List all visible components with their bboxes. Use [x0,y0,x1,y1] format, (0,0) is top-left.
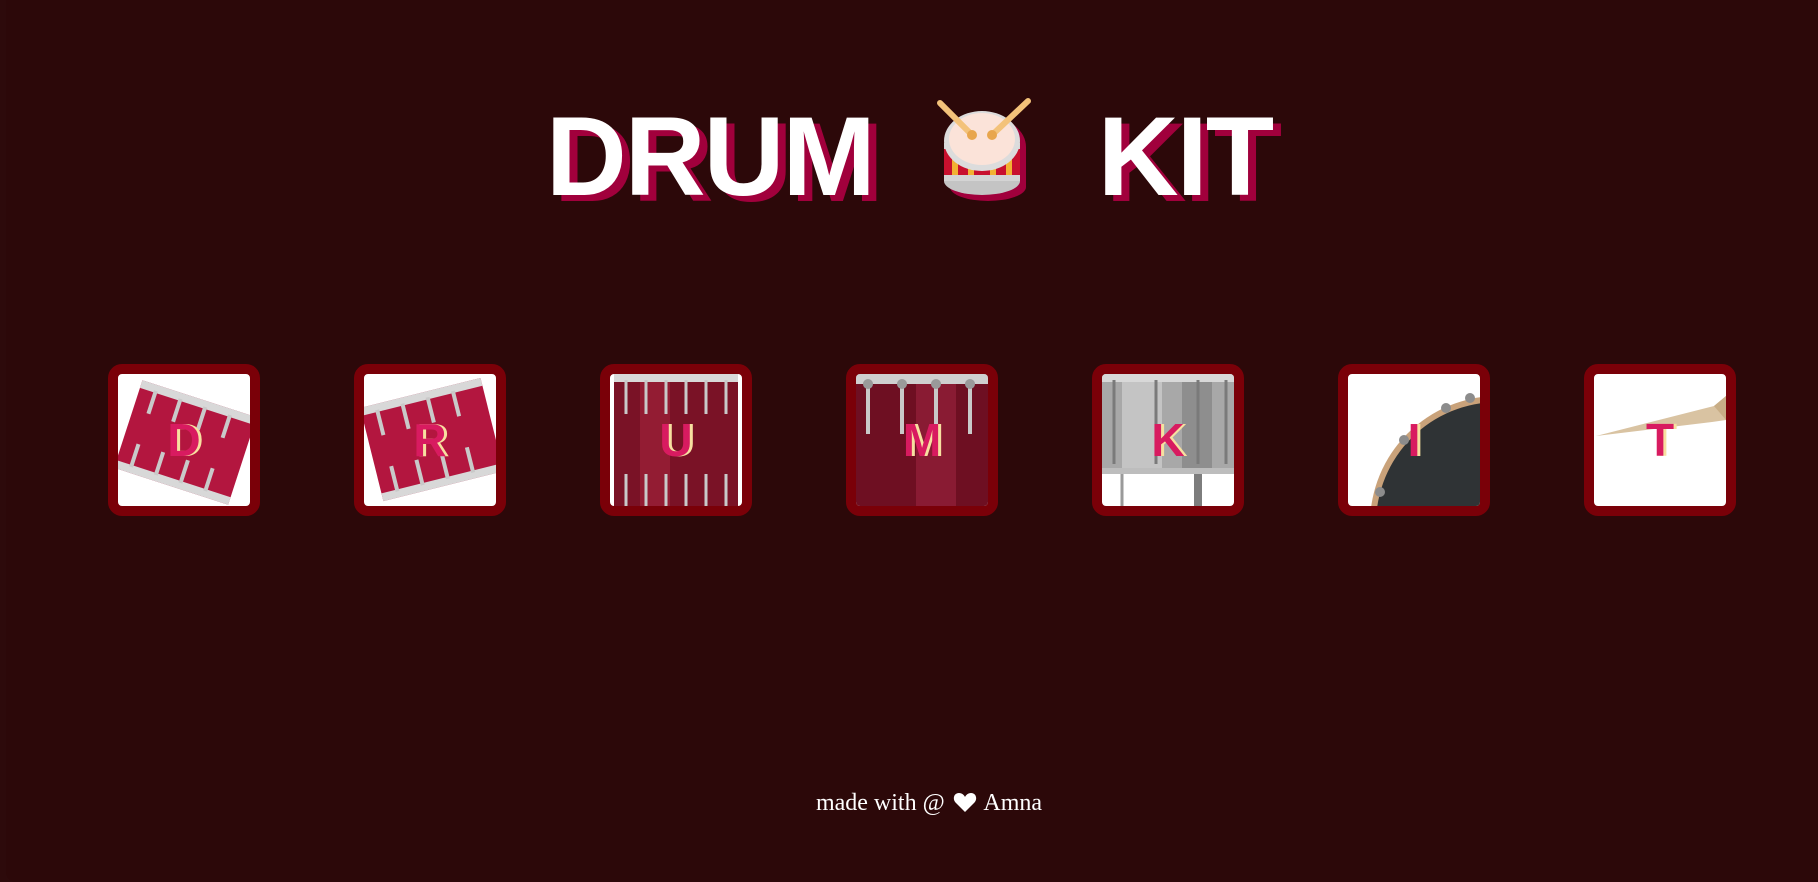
title-word-drum: DRUM [545,94,876,220]
drum-pad-row: D R U M K I T [0,364,1818,516]
drum-pad-d[interactable]: D [108,364,260,516]
footer-prefix: made with @ [815,790,945,816]
pad-letter-d: D [167,414,201,466]
heart-icon [953,791,977,813]
footer-credit: made with @ Amna [0,790,1818,817]
drum-icon [930,97,1050,217]
pad-letter-u: U [659,414,693,466]
pad-letter-m: M [902,414,942,466]
drum-pad-k[interactable]: K [1092,364,1244,516]
drum-pad-t[interactable]: T [1584,364,1736,516]
drum-pad-m[interactable]: M [846,364,998,516]
pad-letter-r: R [413,414,447,466]
pad-letter-t: T [1645,414,1675,466]
footer-author: Amna [983,790,1043,816]
pad-letter-i: I [1407,414,1421,466]
drum-pad-u[interactable]: U [600,364,752,516]
page-title: DRUM KIT [0,84,1818,219]
drum-pad-i[interactable]: I [1338,364,1490,516]
drum-pad-r[interactable]: R [354,364,506,516]
pad-letter-k: K [1151,414,1185,466]
title-word-kit: KIT [1097,94,1274,220]
